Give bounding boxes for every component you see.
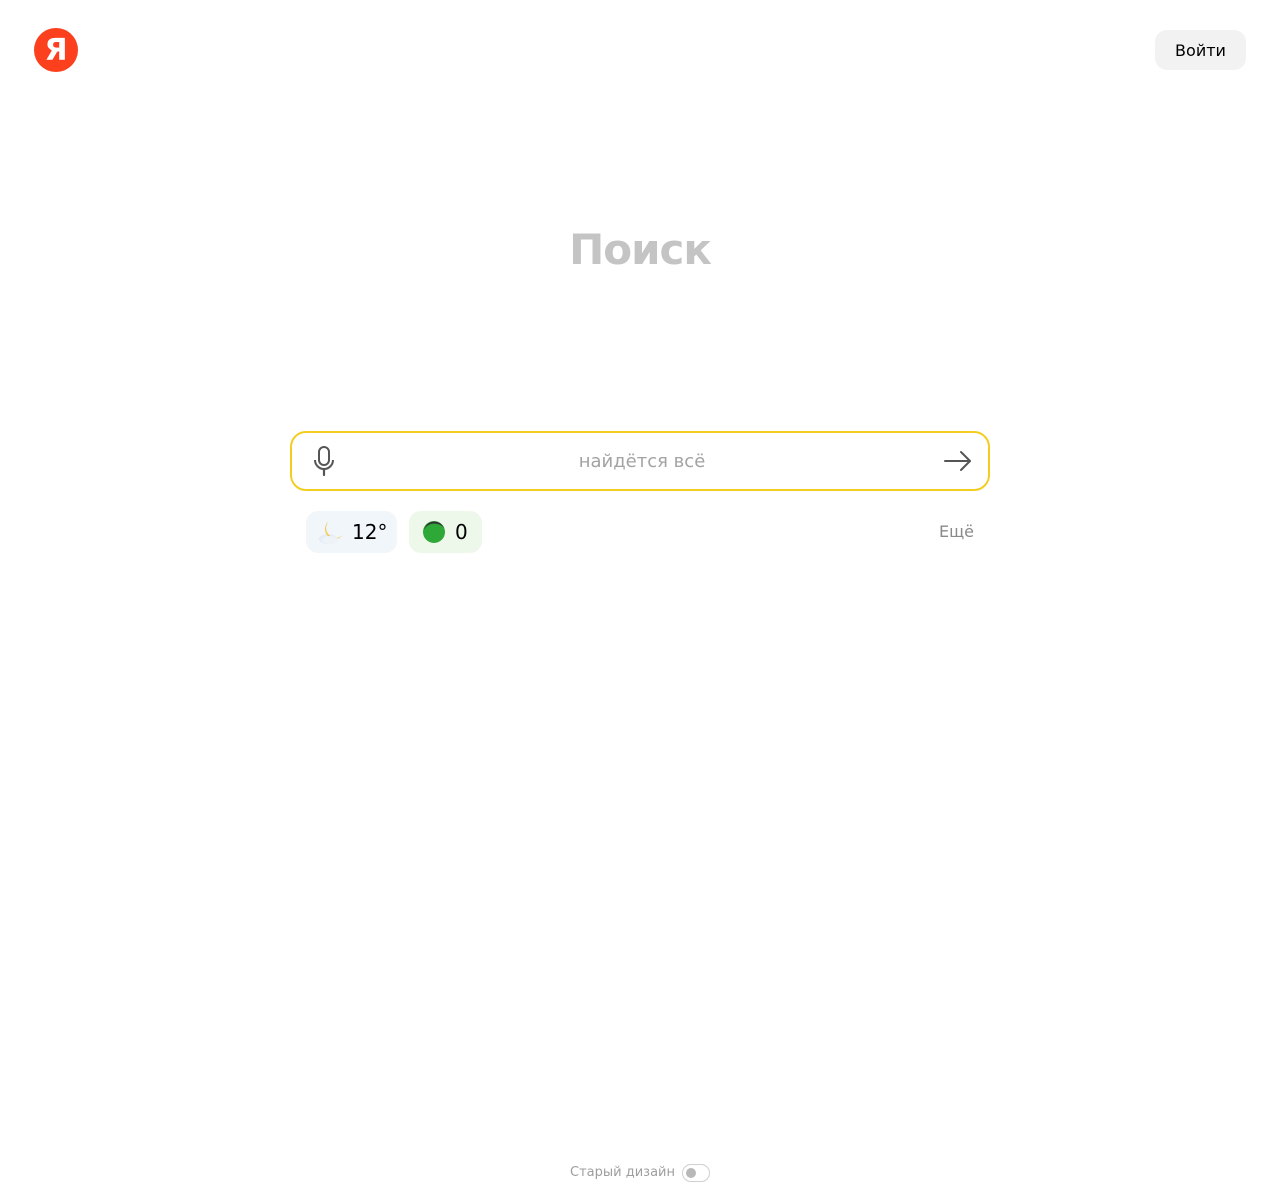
weather-widget[interactable]: 12° (306, 511, 397, 553)
old-design-label: Старый дизайн (570, 1165, 675, 1180)
moon-cloud-icon (316, 517, 346, 547)
search-input[interactable] (352, 433, 932, 489)
traffic-widget[interactable]: 0 (409, 511, 482, 553)
search-box (290, 431, 990, 491)
login-button[interactable]: Войти (1155, 30, 1246, 70)
microphone-icon[interactable] (308, 445, 340, 477)
page-title: Поиск (569, 225, 712, 274)
old-design-toggle[interactable] (681, 1164, 710, 1182)
traffic-light-icon (419, 517, 449, 547)
logo-letter: Я (44, 32, 68, 68)
toggle-knob (685, 1168, 696, 1178)
arrow-right-icon[interactable] (942, 445, 974, 477)
yandex-home-page: Я Войти Поиск найдётся всё 12° 0 Ещё Ста… (0, 0, 1280, 1195)
footer: Старый дизайн (0, 1163, 1280, 1183)
informer-widgets: 12° 0 (306, 511, 482, 553)
traffic-score: 0 (455, 520, 468, 544)
yandex-logo[interactable]: Я (34, 28, 78, 72)
more-link[interactable]: Ещё (939, 521, 974, 543)
temperature-value: 12° (352, 520, 388, 544)
